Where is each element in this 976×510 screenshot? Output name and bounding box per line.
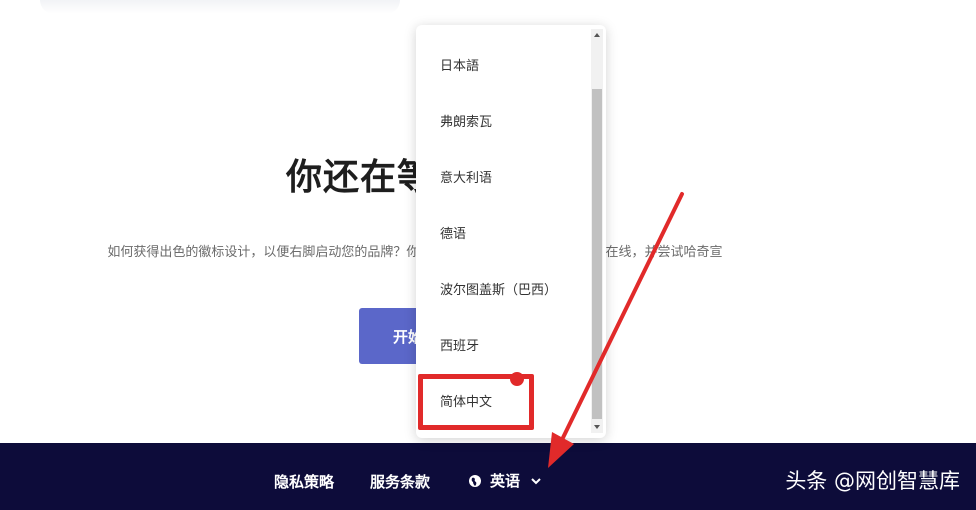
language-selector[interactable]: 英语 [468,470,542,491]
globe-icon [469,474,481,487]
language-option[interactable]: 德语 [440,223,466,242]
footer: 隐私策略 服务条款 英语 头条 @网创智慧库 [0,443,976,510]
language-option[interactable]: 意大利语 [440,167,492,186]
scrollbar[interactable] [591,29,603,433]
watermark: 头条 @网创智慧库 [785,469,960,493]
scroll-up-icon[interactable] [594,33,600,37]
page-title: 你还在等 [286,157,435,198]
terms-of-service-link[interactable]: 服务条款 [370,471,430,492]
language-option[interactable]: 波尔图盖斯（巴西） [440,279,557,298]
hero-description: 如何获得出色的徽标设计，以便右脚启动您的品牌？你可以 业设计。或者，您可以跳联在… [107,245,723,260]
language-option[interactable]: 弗朗索瓦 [440,111,492,130]
header-shadow [40,0,400,14]
language-selector-label: 英语 [490,472,521,490]
scroll-down-icon[interactable] [594,425,600,429]
scrollbar-thumb[interactable] [592,89,602,419]
language-option[interactable]: 日本語 [440,55,479,74]
annotation-dot [510,372,524,386]
privacy-policy-link[interactable]: 隐私策略 [274,471,334,492]
chevron-down-icon [531,477,541,484]
language-option[interactable]: 西班牙 [440,335,479,354]
